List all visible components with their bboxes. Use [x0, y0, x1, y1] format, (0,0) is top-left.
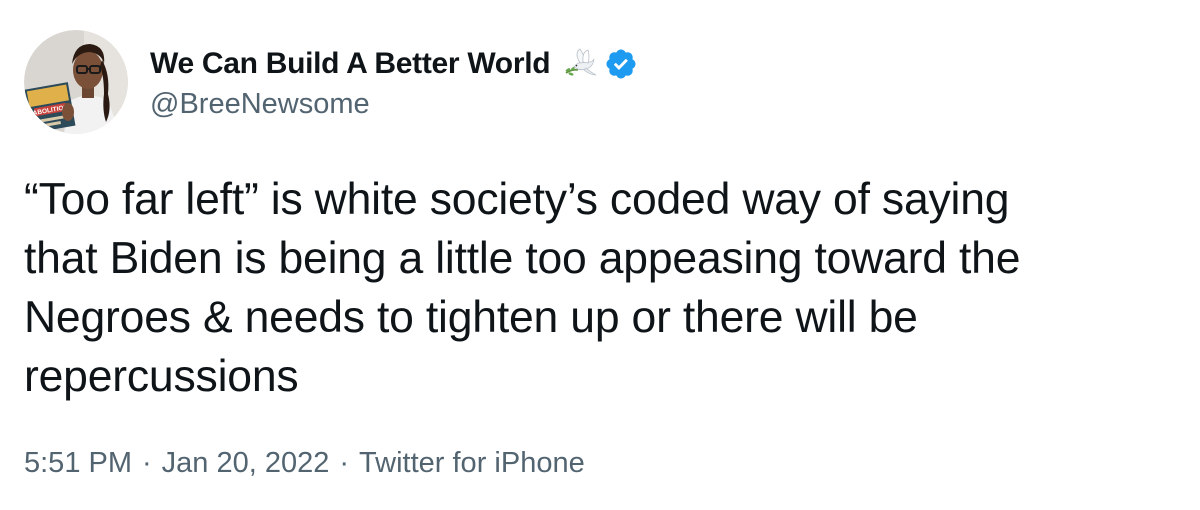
tweet-text: “Too far left” is white society’s coded … [24, 175, 1021, 401]
author-identity: We Can Build A Better World @BreeNewsome [150, 44, 638, 121]
meta-separator: · [142, 447, 152, 479]
tweet-card: ABOLITION We Can Build A Better World @B… [0, 0, 1200, 510]
display-name[interactable]: We Can Build A Better World [150, 47, 551, 81]
tweet-header: ABOLITION We Can Build A Better World @B… [24, 30, 638, 134]
avatar-image: ABOLITION [24, 30, 128, 134]
avatar[interactable]: ABOLITION [24, 30, 128, 134]
meta-separator: · [339, 447, 350, 479]
tweet-metadata: 5:51 PM · Jan 20, 2022 · Twitter for iPh… [24, 447, 585, 480]
dove-icon [560, 47, 598, 81]
tweet-source[interactable]: Twitter for iPhone [359, 447, 585, 480]
author-handle[interactable]: @BreeNewsome [150, 88, 638, 121]
name-row: We Can Build A Better World [150, 44, 638, 84]
verified-icon [604, 47, 638, 81]
tweet-time[interactable]: 5:51 PM [24, 447, 132, 480]
tweet-date[interactable]: Jan 20, 2022 [162, 447, 330, 480]
